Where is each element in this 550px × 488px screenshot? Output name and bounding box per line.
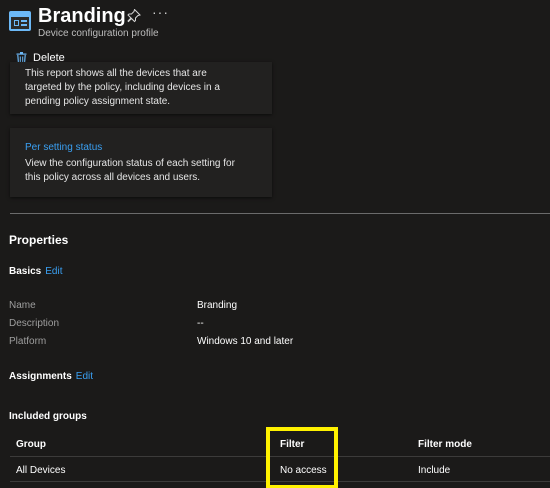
section-divider xyxy=(10,213,550,214)
description-label: Description xyxy=(9,318,60,329)
per-setting-status-link[interactable]: Per setting status xyxy=(25,142,102,153)
basics-label: Basics xyxy=(9,266,42,277)
included-groups-heading: Included groups xyxy=(9,411,87,422)
report-card-per-setting-status[interactable]: Per setting status View the configuratio… xyxy=(10,128,272,197)
more-options-icon[interactable]: ··· xyxy=(152,4,169,20)
name-label: Name xyxy=(9,300,36,311)
group-cell: All Devices xyxy=(16,465,66,476)
page-title: Branding xyxy=(38,5,126,27)
description-value: -- xyxy=(197,318,204,329)
basics-edit-link[interactable]: Edit xyxy=(45,266,62,277)
name-value: Branding xyxy=(197,300,238,311)
card-description: View the configuration status of each se… xyxy=(25,158,235,183)
assignments-edit-link[interactable]: Edit xyxy=(76,371,93,382)
pin-icon[interactable] xyxy=(127,9,141,23)
assignments-heading: Assignments Edit xyxy=(9,371,93,382)
card-description: This report shows all the devices that a… xyxy=(25,68,220,107)
report-card-device-status[interactable]: This report shows all the devices that a… xyxy=(10,62,272,114)
platform-label: Platform xyxy=(9,336,47,347)
filter-mode-cell: Include xyxy=(418,465,451,476)
platform-value: Windows 10 and later xyxy=(197,336,294,347)
page: Branding ··· Device configuration profil… xyxy=(0,0,550,488)
page-subtitle: Device configuration profile xyxy=(38,28,159,39)
column-header-filter-mode[interactable]: Filter mode xyxy=(418,439,472,450)
basics-heading: Basics Edit xyxy=(9,266,62,277)
column-header-group[interactable]: Group xyxy=(16,439,46,450)
device-profile-icon xyxy=(9,11,31,31)
assignments-label: Assignments xyxy=(9,371,72,382)
highlight-box xyxy=(266,427,338,488)
page-header: Branding ··· Device configuration profil… xyxy=(0,0,550,44)
properties-heading: Properties xyxy=(9,233,69,247)
